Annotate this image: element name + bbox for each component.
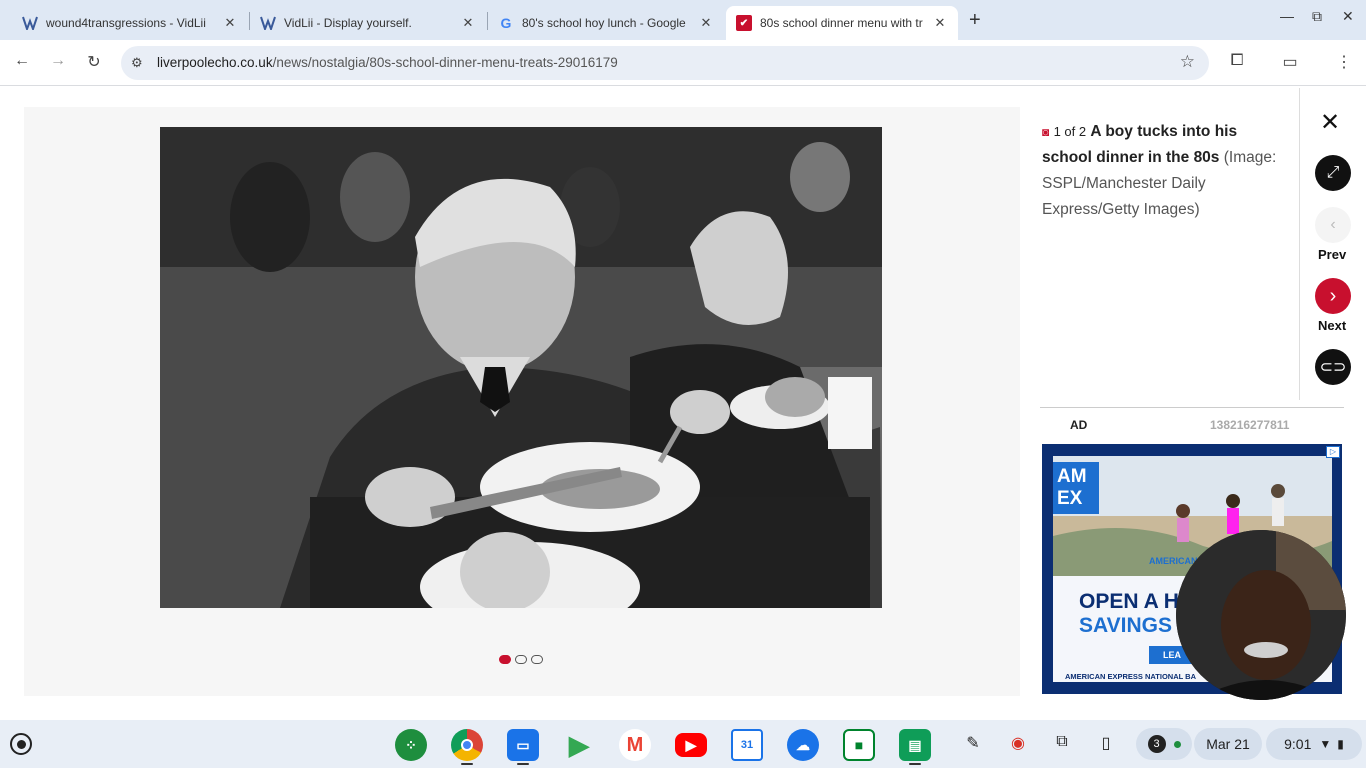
clipboard-icon[interactable]: ⧉	[1051, 733, 1073, 751]
date-text: Mar 21	[1206, 736, 1250, 752]
ad-headline: OPEN A H SAVINGS	[1079, 590, 1179, 637]
tab-strip: wound4transgressions - VidLii ✕ VidLii -…	[0, 0, 1366, 40]
system-shelf: ⁘ ▭ ▶ M ▶ 31 ☁ ■ ▤ ✎ ◉ ⧉ ▯ 3 Mar 21 9:01…	[0, 720, 1366, 768]
tab-title: VidLii - Display yourself.	[284, 16, 412, 30]
screen-record-icon[interactable]: ◉	[1007, 733, 1029, 753]
gallery-pagination	[499, 655, 543, 664]
close-window-icon[interactable]: ✕	[1342, 8, 1354, 25]
vidlii-icon	[260, 15, 276, 31]
slides-icon[interactable]: ▤	[899, 729, 931, 761]
pen-icon[interactable]: ✎	[962, 733, 984, 753]
pagination-dot[interactable]	[515, 655, 527, 664]
status-dot-icon	[1173, 740, 1181, 748]
url-text: liverpoolecho.co.uk/news/nostalgia/80s-s…	[157, 55, 618, 70]
menu-icon[interactable]: ⋮	[1333, 52, 1355, 72]
time-text: 9:01	[1284, 736, 1312, 752]
ad-footer: AMERICAN EXPRESS NATIONAL BA	[1065, 672, 1196, 681]
reload-icon[interactable]: ↻	[83, 52, 105, 72]
photo-caption: ◙ 1 of 2 A boy tucks into his school din…	[1042, 119, 1287, 223]
webcam-overlay	[1176, 530, 1346, 700]
tab-google-search[interactable]: G 80's school hoy lunch - Google ✕	[488, 6, 724, 40]
running-indicator	[517, 763, 529, 765]
forward-icon[interactable]: →	[47, 52, 69, 70]
ad-choices-icon[interactable]: ▷	[1326, 446, 1340, 458]
ad-id: 138216277811	[1210, 418, 1290, 432]
amex-logo: AM EX	[1053, 462, 1099, 514]
close-gallery-icon[interactable]: ✕	[1320, 108, 1340, 137]
tab-title: wound4transgressions - VidLii	[46, 16, 206, 30]
meet-icon[interactable]: ■	[843, 729, 875, 761]
close-tab-icon[interactable]: ✕	[698, 15, 714, 31]
fullscreen-button[interactable]: ⤢	[1315, 155, 1351, 191]
back-icon[interactable]: ←	[11, 52, 33, 70]
google-icon: G	[500, 15, 512, 31]
liverpool-echo-icon: ✔	[736, 15, 752, 31]
prev-button[interactable]: ‹	[1315, 207, 1351, 243]
calendar-icon[interactable]: 31	[731, 729, 763, 761]
files-icon[interactable]: ▭	[507, 729, 539, 761]
tab-liverpool-echo[interactable]: ✔ 80s school dinner menu with tr ✕	[726, 6, 958, 40]
ad-label: AD	[1070, 418, 1088, 432]
minimize-icon[interactable]: —	[1280, 8, 1294, 24]
ad-banner-text: AMERICAN	[1149, 556, 1198, 566]
vidlii-icon	[22, 15, 38, 31]
close-tab-icon[interactable]: ✕	[222, 15, 238, 31]
play-store-icon[interactable]: ▶	[563, 729, 595, 761]
launcher-button[interactable]	[10, 733, 32, 755]
pagination-dot[interactable]	[531, 655, 543, 664]
prev-label: Prev	[1318, 247, 1347, 262]
photo-counter: 1 of 2	[1053, 124, 1087, 139]
camera-icon: ◙	[1042, 125, 1050, 139]
next-button[interactable]: ›	[1315, 278, 1351, 314]
bookmark-star-icon[interactable]: ☆	[1180, 52, 1195, 72]
phone-hub-icon[interactable]: ▯	[1095, 733, 1117, 753]
running-indicator	[461, 763, 473, 765]
battery-icon: ▮	[1337, 737, 1344, 751]
next-label: Next	[1318, 318, 1347, 333]
browser-toolbar: ← → ↻ ⚙ liverpoolecho.co.uk/news/nostalg…	[0, 40, 1366, 86]
date-tray[interactable]: Mar 21	[1194, 728, 1262, 760]
gallery-photo	[160, 127, 882, 608]
cast-search-icon[interactable]: ▭	[1279, 52, 1301, 72]
wifi-icon: ▼	[1319, 737, 1332, 751]
close-tab-icon[interactable]: ✕	[460, 15, 476, 31]
photo-gallery	[24, 107, 1020, 696]
extensions-icon[interactable]: ⧠	[1226, 52, 1248, 70]
restore-icon[interactable]: ⧉	[1312, 8, 1322, 25]
youtube-icon[interactable]: ▶	[675, 733, 707, 757]
tab-title: 80s school dinner menu with tr	[760, 16, 923, 30]
status-tray[interactable]: 9:01 ▼ ▮	[1266, 728, 1362, 760]
notification-tray[interactable]: 3	[1136, 728, 1192, 760]
notification-count: 3	[1147, 735, 1166, 753]
gmail-icon[interactable]: M	[619, 729, 651, 761]
messages-icon[interactable]: ☁	[787, 729, 819, 761]
link-icon[interactable]: ⊂⊃	[1315, 349, 1351, 385]
tab-title: 80's school hoy lunch - Google	[522, 16, 686, 30]
close-tab-icon[interactable]: ✕	[932, 15, 948, 31]
site-settings-icon[interactable]: ⚙	[131, 55, 143, 71]
ad-divider	[1040, 407, 1344, 408]
divider	[1299, 88, 1300, 400]
running-indicator	[909, 763, 921, 765]
chrome-icon[interactable]	[451, 729, 483, 761]
address-bar[interactable]: ⚙ liverpoolecho.co.uk/news/nostalgia/80s…	[121, 46, 1209, 80]
app-grid-icon[interactable]: ⁘	[395, 729, 427, 761]
pagination-dot[interactable]	[499, 655, 511, 664]
new-tab-button[interactable]: +	[969, 9, 981, 32]
tab-vidlii-home[interactable]: VidLii - Display yourself. ✕	[250, 6, 486, 40]
tab-vidlii-channel[interactable]: wound4transgressions - VidLii ✕	[12, 6, 248, 40]
